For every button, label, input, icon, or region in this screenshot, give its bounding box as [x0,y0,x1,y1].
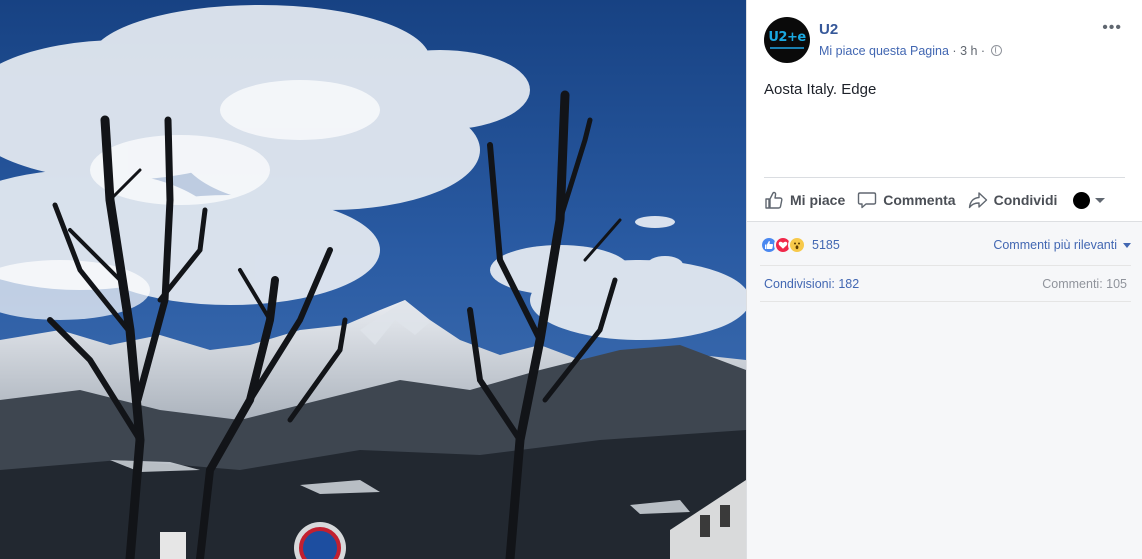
globe-icon[interactable] [990,45,1002,56]
divider [760,265,1131,266]
page-name-link[interactable]: U2 [819,21,838,38]
engagement-row: Condivisioni: 182 Commenti: 105 [764,277,1127,295]
meta-separator-2: · [977,44,989,58]
comment-sort-label: Commenti più rilevanti [993,238,1117,252]
like-button-label: Mi piace [790,192,846,208]
post-actions: Mi piace Commenta Condividi [764,186,1130,214]
avatar-logo: U2+e [768,30,806,45]
post-viewer: U2+e U2 Mi piace questa Pagina · 3 h · •… [0,0,1142,559]
post-photo[interactable] [0,0,746,559]
share-button[interactable]: Condividi [968,190,1058,210]
share-arrow-icon [968,192,987,209]
chevron-down-icon [1095,197,1106,203]
page-avatar[interactable]: U2+e [764,17,810,63]
photo-scene [0,0,746,559]
post-sidebar: U2+e U2 Mi piace questa Pagina · 3 h · •… [746,0,1142,559]
wow-reaction-icon [788,236,806,254]
like-button[interactable]: Mi piace [764,190,845,210]
comments-count-link[interactable]: Commenti: 105 [1042,277,1127,295]
divider [764,177,1125,178]
comment-sort-dropdown[interactable]: Commenti più rilevanti [993,238,1131,252]
post-meta: Mi piace questa Pagina · 3 h · [819,44,1002,58]
avatar-logo-underline [770,47,804,49]
profile-avatar [1073,191,1091,209]
comment-button[interactable]: Commenta [857,190,956,210]
more-options-button[interactable]: ••• [1102,20,1122,36]
share-button-label: Condividi [993,192,1058,208]
post-time[interactable]: 3 h [960,44,977,58]
feedback-section: 5185 Commenti più rilevanti Condivisioni… [747,221,1142,559]
like-page-link[interactable]: Mi piace questa Pagina [819,44,949,58]
reaction-count[interactable]: 5185 [812,238,840,252]
thumb-up-icon [765,191,783,209]
profile-selector[interactable] [1073,191,1106,209]
shares-count-link[interactable]: Condivisioni: 182 [764,277,859,295]
reaction-icons[interactable] [760,236,806,254]
speech-bubble-icon [858,192,877,209]
divider [760,301,1131,302]
post-header: U2+e U2 Mi piace questa Pagina · 3 h · •… [764,17,1130,63]
reactions-row: 5185 Commenti più rilevanti [760,234,1131,256]
chevron-down-icon [1123,242,1131,248]
comment-button-label: Commenta [883,192,956,208]
meta-separator: · [948,44,961,58]
post-text: Aosta Italy. Edge [764,81,877,98]
